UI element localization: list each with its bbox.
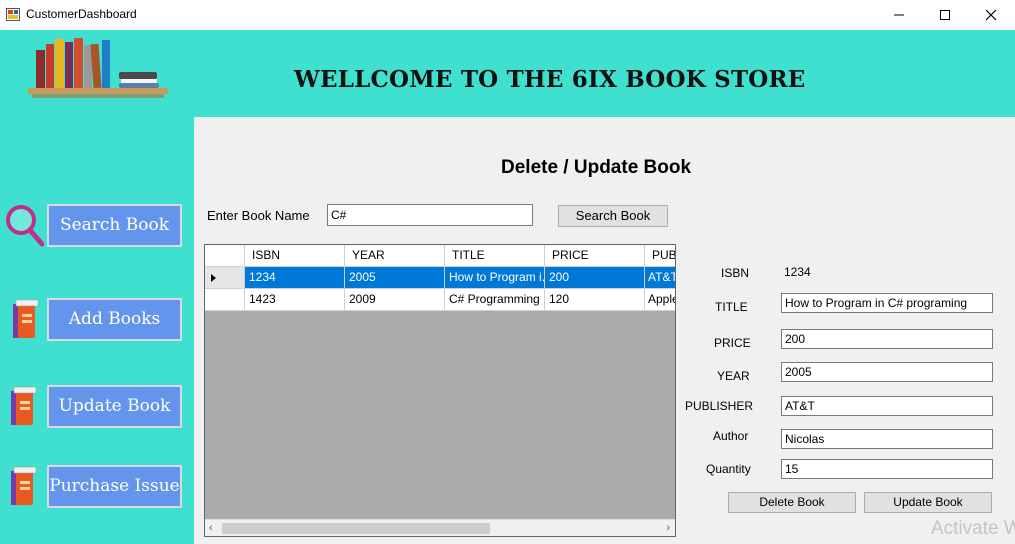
- isbn-value: 1234: [784, 265, 811, 279]
- author-label: Author: [713, 429, 749, 443]
- search-book-button[interactable]: Search Book: [558, 205, 668, 227]
- book-icon: [13, 299, 39, 338]
- column-header-price[interactable]: PRICE: [545, 245, 645, 267]
- quantity-field[interactable]: 15: [781, 459, 993, 479]
- close-icon: [985, 9, 997, 21]
- horizontal-scrollbar[interactable]: ‹ ›: [205, 519, 675, 536]
- publisher-label: PUBLISHER: [685, 399, 754, 413]
- cell-title[interactable]: How to Program i...: [445, 267, 545, 289]
- scroll-left-icon[interactable]: ‹: [209, 522, 213, 534]
- maximize-icon: [940, 10, 950, 20]
- current-row-arrow-icon: [211, 274, 216, 282]
- content-panel: Delete / Update Book Enter Book Name C# …: [194, 117, 1015, 544]
- books-grid[interactable]: ISBN YEAR TITLE PRICE PUB 1234 2005 How …: [204, 244, 676, 537]
- book-name-label: Enter Book Name: [207, 208, 310, 223]
- price-label: PRICE: [714, 336, 751, 350]
- magnifier-icon: [6, 205, 44, 247]
- book-icon: [11, 466, 37, 505]
- book-icon: [11, 386, 37, 425]
- update-book-nav-button[interactable]: Update Book: [47, 385, 182, 428]
- column-header-title[interactable]: TITLE: [445, 245, 545, 267]
- delete-book-button[interactable]: Delete Book: [728, 492, 856, 513]
- isbn-label: ISBN: [721, 266, 750, 280]
- app-icon: [6, 8, 20, 21]
- cell-isbn[interactable]: 1423: [245, 289, 345, 311]
- table-row[interactable]: 1423 2009 C# Programming 120 Apple: [205, 289, 675, 311]
- book-name-input[interactable]: C#: [327, 204, 533, 226]
- row-header[interactable]: [205, 289, 245, 311]
- customer-dashboard-window: CustomerDashboard WELLCOME TO THE 6IX BO…: [0, 0, 1015, 544]
- maximize-button[interactable]: [922, 0, 968, 30]
- title-label: TITLE: [715, 300, 748, 314]
- quantity-label: Quantity: [706, 462, 751, 476]
- publisher-field[interactable]: AT&T: [781, 396, 993, 416]
- cell-year[interactable]: 2009: [345, 289, 445, 311]
- row-header[interactable]: [205, 267, 245, 289]
- bookshelf-logo-icon: [28, 38, 168, 98]
- author-field[interactable]: Nicolas: [781, 429, 993, 449]
- price-field[interactable]: 200: [781, 329, 993, 349]
- purchase-issue-nav-button[interactable]: Purchase Issue: [47, 465, 182, 508]
- year-field[interactable]: 2005: [781, 362, 993, 382]
- minimize-icon: [894, 14, 904, 16]
- year-label: YEAR: [717, 369, 750, 383]
- column-header-year[interactable]: YEAR: [345, 245, 445, 267]
- update-book-button[interactable]: Update Book: [864, 492, 992, 513]
- column-header-isbn[interactable]: ISBN: [245, 245, 345, 267]
- scrollbar-thumb[interactable]: [222, 523, 490, 534]
- window-title: CustomerDashboard: [26, 7, 137, 21]
- close-button[interactable]: [968, 0, 1014, 30]
- row-header-corner: [205, 245, 245, 267]
- column-header-publisher[interactable]: PUB: [645, 245, 675, 267]
- cell-price[interactable]: 200: [545, 267, 645, 289]
- cell-publisher[interactable]: Apple: [645, 289, 675, 311]
- cell-title[interactable]: C# Programming: [445, 289, 545, 311]
- cell-year[interactable]: 2005: [345, 267, 445, 289]
- grid-header: ISBN YEAR TITLE PRICE PUB: [205, 245, 675, 267]
- title-bar: CustomerDashboard: [0, 0, 1015, 30]
- cell-isbn[interactable]: 1234: [245, 267, 345, 289]
- activation-watermark: Activate W: [931, 518, 1015, 539]
- title-field[interactable]: How to Program in C# programing: [781, 293, 993, 313]
- search-book-nav-button[interactable]: Search Book: [47, 204, 182, 247]
- banner-title: WELLCOME TO THE 6IX BOOK STORE: [294, 66, 806, 93]
- page-title: Delete / Update Book: [501, 157, 692, 178]
- add-books-nav-button[interactable]: Add Books: [47, 298, 182, 341]
- table-row[interactable]: 1234 2005 How to Program i... 200 AT&T: [205, 267, 675, 289]
- cell-price[interactable]: 120: [545, 289, 645, 311]
- scroll-right-icon[interactable]: ›: [666, 522, 670, 534]
- minimize-button[interactable]: [876, 0, 922, 30]
- cell-publisher[interactable]: AT&T: [645, 267, 675, 289]
